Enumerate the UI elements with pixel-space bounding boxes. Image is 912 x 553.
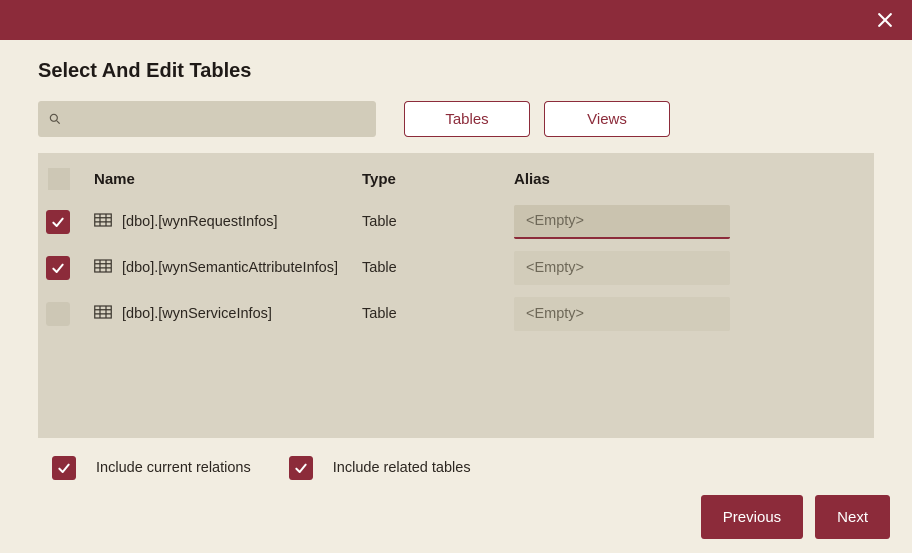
close-icon [875, 10, 895, 30]
table-row: [dbo].[wynRequestInfos] Table [46, 199, 866, 245]
column-header-alias: Alias [514, 171, 866, 188]
check-icon [293, 460, 309, 476]
table-icon [94, 213, 112, 231]
include-related-label: Include related tables [333, 460, 471, 476]
row-checkbox[interactable] [46, 210, 70, 234]
grid-header: Name Type Alias [46, 159, 866, 199]
table-row: [dbo].[wynSemanticAttributeInfos] Table [46, 245, 866, 291]
tables-button[interactable]: Tables [404, 101, 530, 137]
row-name: [dbo].[wynServiceInfos] [122, 306, 272, 322]
row-name: [dbo].[wynRequestInfos] [122, 214, 278, 230]
page-title: Select And Edit Tables [38, 60, 874, 83]
row-type: Table [362, 260, 514, 276]
alias-input[interactable] [514, 205, 730, 239]
row-checkbox[interactable] [46, 256, 70, 280]
include-relations-label: Include current relations [96, 460, 251, 476]
table-icon [94, 259, 112, 277]
tables-grid: Name Type Alias [dbo].[wynRequestInfos] T… [38, 153, 874, 438]
row-type: Table [362, 214, 514, 230]
alias-input[interactable] [514, 251, 730, 285]
row-checkbox[interactable] [46, 302, 70, 326]
column-header-type: Type [362, 171, 514, 188]
check-icon [50, 260, 66, 276]
title-bar [0, 0, 912, 40]
search-input[interactable] [70, 111, 366, 127]
check-icon [50, 214, 66, 230]
toolbar: Tables Views [38, 101, 874, 137]
next-button[interactable]: Next [815, 495, 890, 539]
alias-input[interactable] [514, 297, 730, 331]
options-row: Include current relations Include relate… [38, 438, 874, 480]
row-name: [dbo].[wynSemanticAttributeInfos] [122, 260, 338, 276]
check-icon [56, 460, 72, 476]
search-icon [48, 112, 62, 126]
previous-button[interactable]: Previous [701, 495, 803, 539]
select-all-checkbox[interactable] [48, 168, 70, 190]
close-button[interactable] [870, 5, 900, 35]
search-field[interactable] [38, 101, 376, 137]
table-row: [dbo].[wynServiceInfos] Table [46, 291, 866, 337]
footer: Previous Next [701, 495, 890, 539]
include-relations-checkbox[interactable] [52, 456, 76, 480]
include-related-checkbox[interactable] [289, 456, 313, 480]
table-icon [94, 305, 112, 323]
column-header-name: Name [94, 171, 362, 188]
row-type: Table [362, 306, 514, 322]
views-button[interactable]: Views [544, 101, 670, 137]
